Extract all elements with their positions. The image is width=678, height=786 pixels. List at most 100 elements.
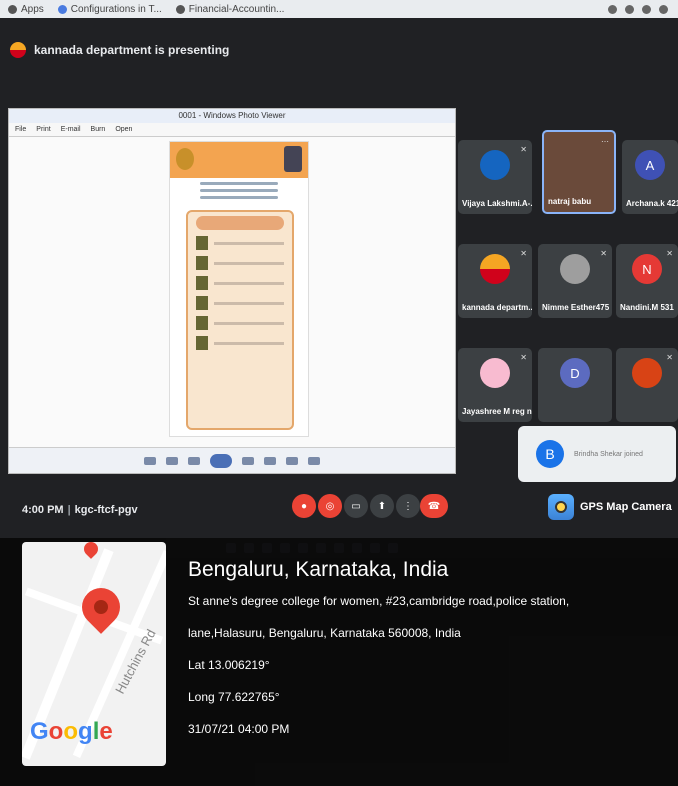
participant-avatar	[480, 254, 510, 285]
meeting-details: 4:00 PM | kgc-ftcf-pgv	[22, 504, 138, 516]
participant-name: Vijaya Lakshmi.A-...	[462, 199, 532, 208]
document-row	[196, 296, 284, 310]
apps-icon	[8, 4, 17, 14]
meeting-time: 4:00 PM	[22, 504, 64, 516]
slideshow-button[interactable]	[210, 453, 232, 468]
browser-extensions	[608, 4, 678, 14]
bookmark-financial[interactable]: Financial-Accountin...	[175, 3, 285, 15]
end-call-button[interactable]: ☎	[420, 494, 448, 518]
participant-avatar	[632, 358, 662, 389]
more-options-icon[interactable]: ⋯	[601, 137, 609, 146]
mic-off-icon: ✕	[520, 145, 527, 154]
bookmark-configurations[interactable]: Configurations in T...	[57, 3, 162, 15]
captions-button[interactable]: ▭	[344, 494, 368, 518]
document-banner	[196, 216, 284, 230]
meet-window: kannada department is presenting 0001 - …	[0, 18, 678, 538]
address-line-1: St anne's degree college for women, #23,…	[188, 594, 570, 608]
map-pin-icon	[81, 542, 101, 559]
participant-avatar: D	[560, 358, 590, 389]
participant-avatar: B	[536, 440, 564, 468]
college-logo	[176, 148, 194, 170]
document-row	[196, 316, 284, 330]
invitation-document-image	[169, 141, 309, 437]
bookmark-label: Configurations in T...	[70, 3, 162, 15]
participant-tile[interactable]: ✕ N Nandini.M 531	[616, 244, 678, 318]
more-vert-icon: ⋮	[403, 500, 413, 512]
globe-icon	[57, 4, 67, 14]
viewer-menu: File Print E-mail Burn Open	[9, 123, 455, 137]
notification-text: Brindha Shekar joined	[574, 450, 643, 458]
viewer-title: 0001 - Windows Photo Viewer	[9, 109, 455, 123]
viewer-canvas	[9, 137, 455, 447]
participant-tile[interactable]: ✕ Jayashree M reg n...	[458, 348, 532, 422]
photo-viewer-window[interactable]: 0001 - Windows Photo Viewer File Print E…	[8, 108, 456, 474]
participant-avatar	[480, 358, 510, 389]
extension-icon[interactable]	[608, 4, 617, 14]
gps-camera-label: GPS Map Camera	[580, 501, 672, 513]
camera-off-icon: ◎	[325, 500, 335, 512]
mic-toggle-button[interactable]: ●	[292, 494, 316, 518]
delete-icon[interactable]	[308, 456, 320, 465]
gps-camera-app-icon	[548, 494, 574, 520]
bookmark-apps[interactable]: Apps	[8, 4, 44, 15]
fit-icon[interactable]	[166, 456, 178, 465]
address-line-2: lane,Halasuru, Bengaluru, Karnataka 5600…	[188, 626, 461, 640]
document-text-line	[200, 189, 278, 192]
present-icon: ⬆	[377, 500, 387, 512]
extension-icon[interactable]	[625, 4, 634, 14]
participant-tile[interactable]: A Archana.k 421	[622, 140, 678, 214]
rotate-left-icon[interactable]	[264, 456, 276, 465]
captions-icon: ▭	[351, 500, 361, 512]
participant-avatar	[560, 254, 590, 285]
participant-tile[interactable]: ✕ kannada departm...	[458, 244, 532, 318]
mic-off-icon: ✕	[600, 249, 607, 258]
document-row	[196, 256, 284, 270]
longitude: Long 77.622765°	[188, 690, 280, 704]
document-header	[170, 142, 308, 178]
participant-tile[interactable]: ✕ Vijaya Lakshmi.A-...	[458, 140, 532, 214]
bookmark-label: Financial-Accountin...	[188, 3, 285, 15]
participant-name: Archana.k 421	[626, 199, 678, 208]
menu-burn[interactable]: Burn	[91, 126, 106, 133]
participant-name: kannada departm...	[462, 303, 532, 312]
profile-icon[interactable]	[659, 4, 668, 14]
map-thumbnail: Hutchins Rd Google	[22, 542, 166, 766]
bookmark-label: Apps	[21, 3, 44, 15]
participant-tile[interactable]: D	[538, 348, 612, 422]
document-text-line	[200, 196, 278, 199]
meeting-code: kgc-ftcf-pgv	[74, 504, 138, 516]
menu-open[interactable]: Open	[115, 126, 132, 133]
next-icon[interactable]	[242, 456, 254, 465]
rotate-right-icon[interactable]	[286, 456, 298, 465]
menu-print[interactable]: Print	[36, 126, 50, 133]
gps-map-camera-badge: GPS Map Camera	[548, 484, 676, 530]
participant-tile[interactable]: ✕	[616, 348, 678, 422]
document-row	[196, 236, 284, 250]
more-options-button[interactable]: ⋮	[396, 494, 420, 518]
gps-location-overlay: Hutchins Rd Google Bengaluru, Karnataka,…	[0, 538, 678, 786]
present-button[interactable]: ⬆	[370, 494, 394, 518]
date-time: 31/07/21 04:00 PM	[188, 722, 290, 736]
participant-name: Jayashree M reg n...	[462, 407, 532, 416]
participant-avatar	[480, 150, 510, 181]
mic-off-icon: ●	[300, 500, 308, 512]
latitude: Lat 13.006219°	[188, 658, 270, 672]
participant-name: Nimme Esther475	[542, 303, 610, 312]
google-logo: Google	[30, 718, 113, 745]
document-scroll-panel	[186, 210, 294, 430]
participant-tile[interactable]: ✕ Nimme Esther475	[538, 244, 612, 318]
mic-off-icon: ✕	[520, 353, 527, 362]
previous-icon[interactable]	[188, 456, 200, 465]
menu-file[interactable]: File	[15, 126, 26, 133]
camera-toggle-button[interactable]: ◎	[318, 494, 342, 518]
participant-tile-active[interactable]: ⋯ natraj babu	[542, 130, 616, 214]
zoom-icon[interactable]	[144, 456, 156, 465]
star-icon[interactable]	[642, 4, 651, 14]
menu-email[interactable]: E-mail	[61, 126, 81, 133]
join-notification: B Brindha Shekar joined	[518, 426, 676, 482]
participant-name: natraj babu	[548, 197, 592, 206]
document-row	[196, 336, 284, 350]
presenter-avatar-icon	[10, 42, 26, 58]
document-text-line	[200, 182, 278, 185]
bookmarks-bar: Apps Configurations in T... Financial-Ac…	[0, 0, 678, 18]
